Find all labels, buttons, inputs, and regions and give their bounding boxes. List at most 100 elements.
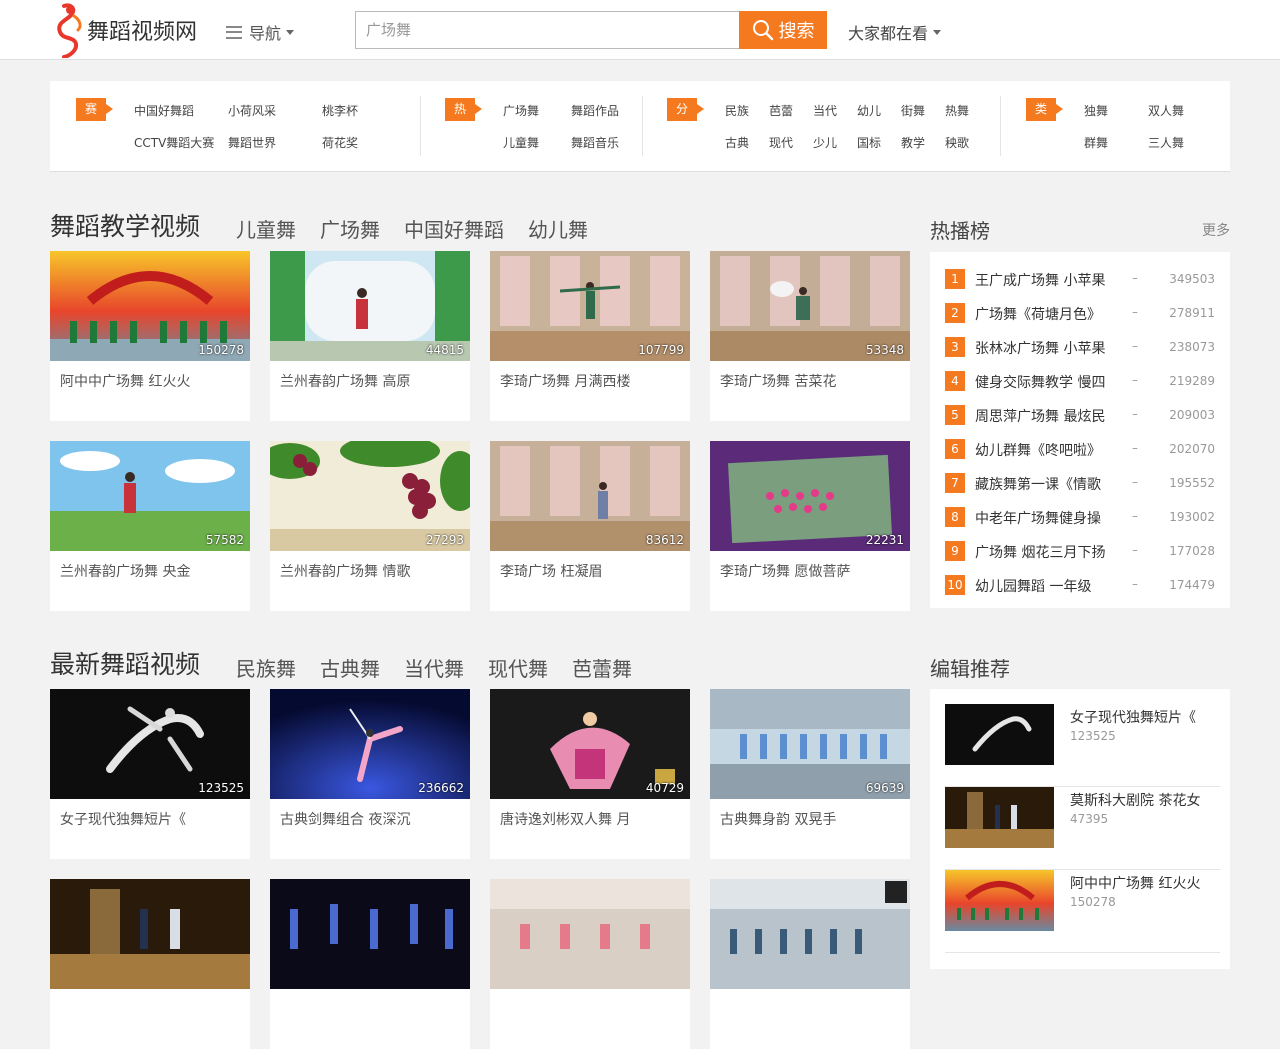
category-link[interactable]: 秧歌 bbox=[945, 134, 969, 151]
video-card[interactable] bbox=[50, 879, 250, 1049]
video-card[interactable]: 69639 古典舞身韵 双晃手 bbox=[710, 689, 910, 859]
category-link[interactable]: 群舞 bbox=[1084, 134, 1108, 151]
video-card[interactable]: 40729 唐诗逸刘彬双人舞 月 bbox=[490, 689, 690, 859]
ranking-item[interactable]: 4 健身交际舞教学 慢四 – 219289 bbox=[945, 371, 1215, 391]
watching-label: 大家都在看 bbox=[848, 24, 929, 43]
category-tag: 类型 bbox=[1026, 98, 1064, 139]
rank-count: 349503 bbox=[1169, 272, 1215, 286]
category-link[interactable]: 现代 bbox=[769, 134, 793, 151]
category-link[interactable]: 幼儿 bbox=[857, 102, 881, 119]
category-link[interactable]: 三人舞 bbox=[1148, 134, 1184, 151]
ranking-item[interactable]: 3 张林冰广场舞 小苹果 – 238073 bbox=[945, 337, 1215, 357]
category-link[interactable]: 舞蹈世界 bbox=[228, 134, 276, 151]
rank-count: 202070 bbox=[1169, 442, 1215, 456]
category-link[interactable]: 当代 bbox=[813, 102, 837, 119]
editor-item-count: 150278 bbox=[1070, 895, 1116, 909]
category-link[interactable]: 古典 bbox=[725, 134, 749, 151]
ranking-item[interactable]: 5 周思萍广场舞 最炫民 – 209003 bbox=[945, 405, 1215, 425]
rank-count: 219289 bbox=[1169, 374, 1215, 388]
section-tab[interactable]: 儿童舞 bbox=[236, 214, 296, 243]
rank-count: 174479 bbox=[1169, 578, 1215, 592]
video-card[interactable]: 22231 李琦广场舞 愿做菩萨 bbox=[710, 441, 910, 611]
category-link[interactable]: 双人舞 bbox=[1148, 102, 1184, 119]
rank-count: 209003 bbox=[1169, 408, 1215, 422]
editor-item[interactable]: 莫斯科大剧院 茶花女 47395 bbox=[945, 787, 1220, 870]
category-link[interactable]: 舞蹈音乐 bbox=[571, 134, 619, 151]
category-link[interactable]: 国标 bbox=[857, 134, 881, 151]
ranking-item[interactable]: 10 幼儿园舞蹈 一年级 – 174479 bbox=[945, 575, 1215, 595]
video-card[interactable]: 83612 李琦广场 枉凝眉 bbox=[490, 441, 690, 611]
video-title: 兰州春韵广场舞 高原 bbox=[280, 374, 411, 390]
video-card[interactable]: 123525 女子现代独舞短片《 bbox=[50, 689, 250, 859]
category-link[interactable]: 中国好舞蹈 bbox=[134, 102, 194, 119]
site-logo[interactable]: 舞蹈视频网 bbox=[50, 0, 210, 58]
ranking-item[interactable]: 2 广场舞《荷塘月色》 – 278911 bbox=[945, 303, 1215, 323]
video-card[interactable] bbox=[490, 879, 690, 1049]
search-button[interactable]: 搜索 bbox=[739, 11, 827, 49]
rank-trend: – bbox=[1132, 271, 1138, 285]
section-tab[interactable]: 芭蕾舞 bbox=[572, 653, 632, 682]
video-card[interactable]: 236662 古典剑舞组合 夜深沉 bbox=[270, 689, 470, 859]
video-card[interactable]: 53348 李琦广场舞 苦菜花 bbox=[710, 251, 910, 421]
category-link[interactable]: 教学 bbox=[901, 134, 925, 151]
nav-dropdown[interactable]: 导航 bbox=[226, 20, 295, 44]
category-link[interactable]: 广场舞 bbox=[503, 102, 539, 119]
video-card[interactable]: 150278 阿中中广场舞 红火火 bbox=[50, 251, 250, 421]
editor-item-count: 123525 bbox=[1070, 729, 1116, 743]
rank-trend: – bbox=[1132, 577, 1138, 591]
more-link[interactable]: 更多 bbox=[1202, 220, 1230, 240]
video-title: 李琦广场舞 月满西楼 bbox=[500, 374, 631, 390]
view-count: 236662 bbox=[418, 781, 464, 795]
video-card[interactable] bbox=[710, 879, 910, 1049]
editor-item[interactable]: 阿中中广场舞 红火火 150278 bbox=[945, 870, 1220, 953]
editor-item[interactable]: 女子现代独舞短片《 123525 bbox=[945, 704, 1220, 787]
ranking-item[interactable]: 7 藏族舞第一课《情歌 – 195552 bbox=[945, 473, 1215, 493]
search-input[interactable] bbox=[355, 11, 740, 49]
ranking-item[interactable]: 6 幼儿群舞《咚吧啦》 – 202070 bbox=[945, 439, 1215, 459]
category-link[interactable]: 桃李杯 bbox=[322, 102, 358, 119]
category-link[interactable]: 舞蹈作品 bbox=[571, 102, 619, 119]
category-link[interactable]: 民族 bbox=[725, 102, 749, 119]
section-tab[interactable]: 当代舞 bbox=[404, 653, 464, 682]
category-link[interactable]: 小荷风采 bbox=[228, 102, 276, 119]
section-tab[interactable]: 现代舞 bbox=[488, 653, 548, 682]
ranking-item[interactable]: 8 中老年广场舞健身操 – 193002 bbox=[945, 507, 1215, 527]
video-card[interactable]: 44815 兰州春韵广场舞 高原 bbox=[270, 251, 470, 421]
ranking-title: 热播榜 bbox=[930, 219, 990, 243]
category-link[interactable]: 独舞 bbox=[1084, 102, 1108, 119]
category-link[interactable]: 街舞 bbox=[901, 102, 925, 119]
section-tab[interactable]: 古典舞 bbox=[320, 653, 380, 682]
video-thumbnail bbox=[710, 879, 910, 989]
search-icon bbox=[752, 20, 773, 41]
video-thumbnail bbox=[50, 879, 250, 989]
rank-number: 2 bbox=[945, 303, 965, 323]
watching-dropdown[interactable]: 大家都在看 bbox=[848, 20, 942, 44]
video-title: 李琦广场 枉凝眉 bbox=[500, 564, 603, 580]
video-title: 唐诗逸刘彬双人舞 月 bbox=[500, 812, 631, 828]
category-link[interactable]: 热舞 bbox=[945, 102, 969, 119]
category-tag: 分类 bbox=[667, 98, 705, 139]
ranking-list: 1 王广成广场舞 小苹果 – 349503 2 广场舞《荷塘月色》 – 278911 3 张林… bbox=[930, 252, 1230, 608]
video-card[interactable]: 57582 兰州春韵广场舞 央金 bbox=[50, 441, 250, 611]
section-tab[interactable]: 中国好舞蹈 bbox=[404, 214, 504, 243]
video-card[interactable] bbox=[270, 879, 470, 1049]
category-link[interactable]: 荷花奖 bbox=[322, 134, 358, 151]
section-tab[interactable]: 广场舞 bbox=[320, 214, 380, 243]
rank-title: 藏族舞第一课《情歌 bbox=[975, 477, 1101, 493]
rank-trend: – bbox=[1132, 407, 1138, 421]
ranking-item[interactable]: 1 王广成广场舞 小苹果 – 349503 bbox=[945, 269, 1215, 289]
video-card[interactable]: 27293 兰州春韵广场舞 情歌 bbox=[270, 441, 470, 611]
category-link[interactable]: CCTV舞蹈大赛 bbox=[134, 134, 214, 151]
section-tab[interactable]: 幼儿舞 bbox=[528, 214, 588, 243]
category-link[interactable]: 少儿 bbox=[813, 134, 837, 151]
video-thumbnail: 27293 bbox=[270, 441, 470, 551]
rank-number: 7 bbox=[945, 473, 965, 493]
category-link[interactable]: 儿童舞 bbox=[503, 134, 539, 151]
view-count: 69639 bbox=[865, 781, 904, 795]
section-tab[interactable]: 民族舞 bbox=[236, 653, 296, 682]
caret-down-icon bbox=[286, 29, 295, 35]
ranking-item[interactable]: 9 广场舞 烟花三月下扬 – 177028 bbox=[945, 541, 1215, 561]
rank-number: 10 bbox=[945, 575, 965, 595]
category-link[interactable]: 芭蕾 bbox=[769, 102, 793, 119]
video-card[interactable]: 107799 李琦广场舞 月满西楼 bbox=[490, 251, 690, 421]
